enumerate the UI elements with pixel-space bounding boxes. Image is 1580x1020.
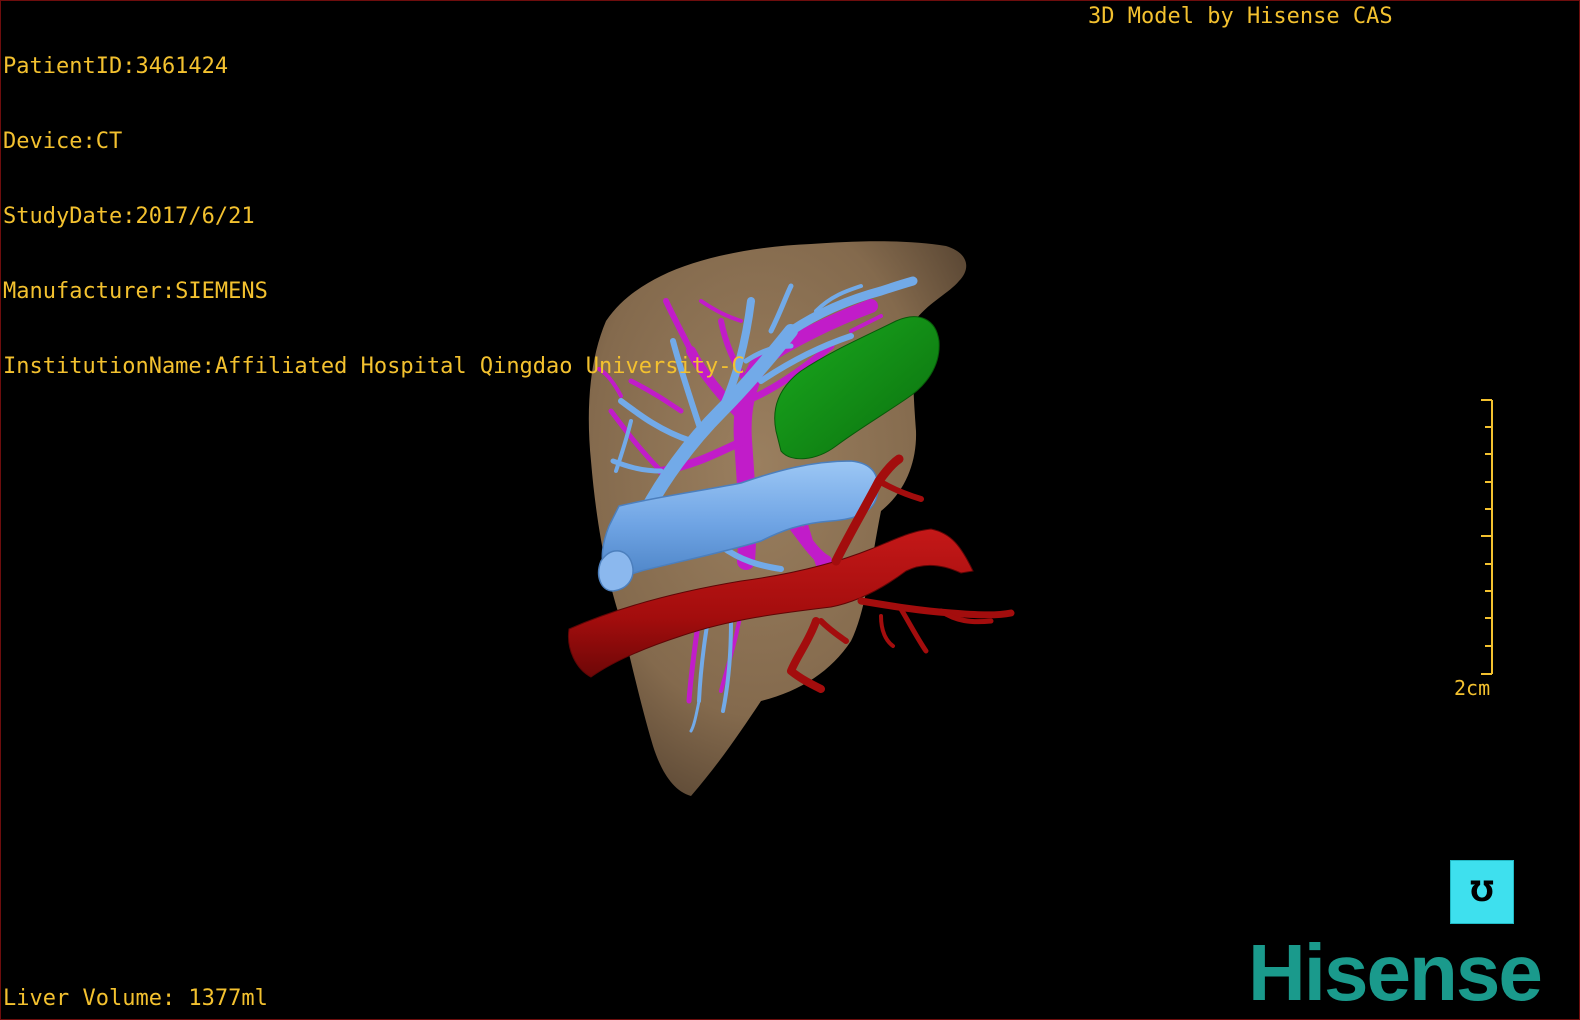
study-date: StudyDate:2017/6/21 — [3, 204, 255, 229]
patient-info-overlay: PatientID:3461424 Device:CT StudyDate:20… — [3, 4, 745, 429]
scale-label: 2cm — [1454, 676, 1491, 700]
liver-volume: Liver Volume: 1377ml — [3, 986, 268, 1011]
orientation-cube-icon[interactable]: ℧ — [1450, 860, 1514, 924]
model-caption: 3D Model by Hisense CAS — [1088, 4, 1393, 29]
device: Device:CT — [3, 129, 123, 154]
manufacturer: Manufacturer:SIEMENS — [3, 279, 268, 304]
patient-id: PatientID:3461424 — [3, 54, 229, 79]
portal-vein-inlet — [597, 550, 634, 592]
3d-viewport[interactable]: PatientID:3461424 Device:CT StudyDate:20… — [0, 0, 1580, 1020]
orientation-cube-glyph: ℧ — [1470, 875, 1494, 908]
hisense-logo: Hisense — [1248, 928, 1543, 1017]
institution-name: InstitutionName:Affiliated Hospital Qing… — [3, 354, 745, 379]
scale-bar — [1481, 399, 1493, 675]
